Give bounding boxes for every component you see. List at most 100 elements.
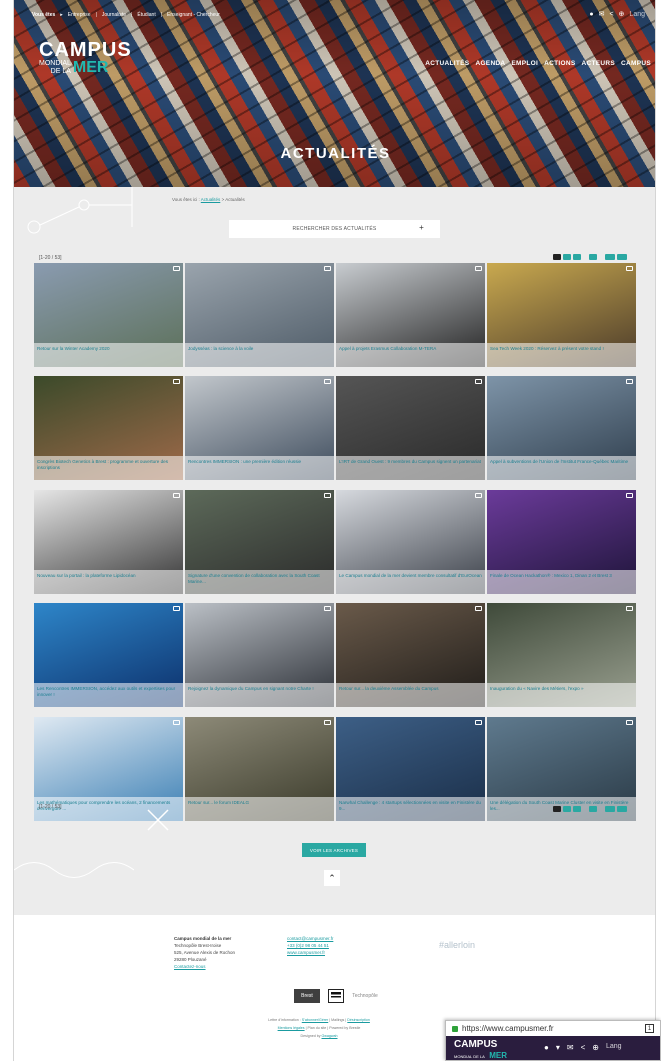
news-card-title: Jodysséas : la science à la voile bbox=[188, 346, 254, 351]
legal-link[interactable]: Mentions légales bbox=[278, 1026, 305, 1030]
news-card-caption: Sea Tech Week 2020 : Réservez à présent … bbox=[487, 343, 636, 367]
logo-brest[interactable]: Brest bbox=[294, 989, 320, 1003]
news-card[interactable]: Congrès Biotech Genetics à Brest : progr… bbox=[34, 376, 183, 480]
lang-label[interactable]: Lang bbox=[629, 11, 645, 18]
news-card[interactable]: Retour sur... la deuxième Assemblée du C… bbox=[336, 603, 485, 707]
nav-acteurs[interactable]: ACTEURS bbox=[582, 60, 616, 67]
mobile-address-bar[interactable]: https://www.campusmer.fr 1 bbox=[446, 1021, 660, 1036]
chevron-down-icon[interactable]: ▾ bbox=[556, 1043, 560, 1052]
search-news-toggle[interactable]: RECHERCHER DES ACTUALITÉS + bbox=[229, 220, 440, 238]
footer-email[interactable]: contact@campusmer.fr bbox=[287, 935, 333, 942]
mail-icon[interactable]: ✉ bbox=[599, 10, 605, 18]
mailings-link[interactable]: Mailings bbox=[331, 1018, 344, 1022]
user-icon[interactable]: ● bbox=[544, 1043, 549, 1052]
footer-site[interactable]: www.campusmer.fr bbox=[287, 949, 333, 956]
news-card-caption: Retour sur... le forum IDEALG bbox=[185, 797, 334, 821]
pagination-bottom bbox=[553, 806, 627, 812]
news-card[interactable]: L'IRT de Grand Ouest : 9 membres du Camp… bbox=[336, 376, 485, 480]
news-icon bbox=[173, 720, 180, 725]
footer-phone[interactable]: +33 (0)2 98 05 44 51 bbox=[287, 942, 333, 949]
news-grid: Retour sur la Winter Academy 2020 Jodyssé… bbox=[34, 263, 636, 821]
news-card[interactable]: Jodysséas : la science à la voile bbox=[185, 263, 334, 367]
page-2-button-bottom[interactable] bbox=[563, 806, 571, 812]
page-1-button[interactable] bbox=[553, 254, 561, 260]
nav-agenda[interactable]: AGENDA bbox=[475, 60, 505, 67]
designer-link[interactable]: Gwagwah bbox=[322, 1034, 338, 1038]
sitemap-link[interactable]: Plan du site bbox=[308, 1026, 327, 1030]
decorative-molecule bbox=[27, 187, 133, 234]
news-icon bbox=[324, 720, 331, 725]
powered-by-link[interactable]: Powered by Brestle bbox=[329, 1026, 360, 1030]
news-icon bbox=[173, 379, 180, 384]
news-card[interactable]: Finale de Ocean Hackathon® : Mexico 1, D… bbox=[487, 490, 636, 594]
breadcrumb-link[interactable]: Actualités bbox=[201, 197, 221, 202]
nav-actions[interactable]: ACTIONS bbox=[544, 60, 575, 67]
breadcrumb: Vous êtes ici : Actualités > Actualités bbox=[172, 197, 245, 202]
page-last-button[interactable] bbox=[605, 254, 615, 260]
logo-de-la: DE LA bbox=[50, 68, 71, 75]
logo-region-bretagne[interactable] bbox=[328, 989, 344, 1003]
top-icons: ● ✉ < ⊕ Lang bbox=[589, 10, 645, 19]
page-1-button-bottom[interactable] bbox=[553, 806, 561, 812]
mobile-url[interactable]: https://www.campusmer.fr bbox=[462, 1024, 554, 1033]
tabs-count-icon[interactable]: 1 bbox=[645, 1024, 654, 1033]
nav-emploi[interactable]: EMPLOI bbox=[511, 60, 538, 67]
globe-icon[interactable]: ⊕ bbox=[592, 1043, 599, 1052]
archives-button[interactable]: VOIR LES ARCHIVES bbox=[302, 843, 366, 857]
share-icon[interactable]: < bbox=[581, 1043, 586, 1052]
globe-icon[interactable]: ⊕ bbox=[619, 10, 625, 18]
news-card[interactable]: Retour sur la Winter Academy 2020 bbox=[34, 263, 183, 367]
news-card-title: Le Campus mondial de la mer devient memb… bbox=[339, 573, 482, 578]
page-end-button[interactable] bbox=[617, 254, 627, 260]
footer-hashtag: #allerloin bbox=[439, 940, 476, 950]
audience-link-entreprise[interactable]: Entreprise bbox=[68, 12, 91, 18]
lock-icon bbox=[452, 1025, 458, 1032]
page-next-button-bottom[interactable] bbox=[589, 806, 597, 812]
mail-icon[interactable]: ✉ bbox=[567, 1043, 574, 1052]
footer-contact-link[interactable]: Contactez-nous bbox=[174, 963, 235, 970]
news-icon bbox=[626, 720, 633, 725]
audience-link-enseignant[interactable]: Enseignant - Chercheur bbox=[167, 12, 220, 18]
news-card-title: Retour sur... la deuxième Assemblée du C… bbox=[339, 686, 439, 691]
unsubscribe-link[interactable]: Désinscription bbox=[347, 1018, 370, 1022]
news-card[interactable]: Signature d'une convention de collaborat… bbox=[185, 490, 334, 594]
news-card[interactable]: Rejoignez la dynamique du Campus en sign… bbox=[185, 603, 334, 707]
page-next-button[interactable] bbox=[589, 254, 597, 260]
news-card[interactable]: Narwhal Challenge : 4 startups sélection… bbox=[336, 717, 485, 821]
page-end-button-bottom[interactable] bbox=[617, 806, 627, 812]
mobile-lang[interactable]: Lang bbox=[606, 1043, 622, 1052]
audience-link-etudiant[interactable]: Étudiant bbox=[137, 12, 155, 18]
site-logo[interactable]: CAMPUS MONDIAL DE LA MER bbox=[39, 40, 132, 76]
news-card[interactable]: Appel à projets Erasmus Collaboration M-… bbox=[336, 263, 485, 367]
share-icon[interactable]: < bbox=[609, 11, 613, 18]
newsletter-manage-link[interactable]: S'abonner/Gérer bbox=[302, 1018, 328, 1022]
news-card[interactable]: Nouveau sur la portail : la plateforme L… bbox=[34, 490, 183, 594]
news-card[interactable]: Appel à subventions de l'Union de l'Inst… bbox=[487, 376, 636, 480]
news-card-caption: L'IRT de Grand Ouest : 9 membres du Camp… bbox=[336, 456, 485, 480]
news-card[interactable]: Les Rencontres IMMERSION, accédez aux ou… bbox=[34, 603, 183, 707]
footer-org: Campus mondial de la mer bbox=[174, 936, 232, 941]
news-card[interactable]: Inauguration du « Navire des Métiers, l'… bbox=[487, 603, 636, 707]
news-card[interactable]: Sea Tech Week 2020 : Réservez à présent … bbox=[487, 263, 636, 367]
breadcrumb-current: Actualités bbox=[225, 197, 245, 202]
news-icon bbox=[475, 266, 482, 271]
page-last-button-bottom[interactable] bbox=[605, 806, 615, 812]
user-icon[interactable]: ● bbox=[589, 11, 593, 18]
page-3-button-bottom[interactable] bbox=[573, 806, 581, 812]
nav-actualites[interactable]: ACTUALITÉS bbox=[425, 60, 469, 67]
news-card[interactable]: Retour sur... le forum IDEALG bbox=[185, 717, 334, 821]
screenshot-frame: Vous êtes ▸ Entreprise | Journaliste | Étu… bbox=[0, 0, 661, 1061]
news-card[interactable]: Rencontres IMMERSION : une première édit… bbox=[185, 376, 334, 480]
news-card-caption: Jodysséas : la science à la voile bbox=[185, 343, 334, 367]
nav-campus[interactable]: CAMPUS bbox=[621, 60, 651, 67]
logo-technopole[interactable]: Technopôle bbox=[352, 989, 378, 1003]
mobile-logo[interactable]: CAMPUS MONDIAL DE LA MER bbox=[454, 1040, 507, 1061]
page-3-button[interactable] bbox=[573, 254, 581, 260]
scroll-top-button[interactable]: ⌃ bbox=[324, 870, 340, 886]
news-card[interactable]: Le Campus mondial de la mer devient memb… bbox=[336, 490, 485, 594]
audience-link-journaliste[interactable]: Journaliste bbox=[102, 12, 126, 18]
page-2-button[interactable] bbox=[563, 254, 571, 260]
results-count-bottom: [1-20 / 53] bbox=[39, 804, 62, 810]
main-nav: ACTUALITÉS AGENDA EMPLOI ACTIONS ACTEURS… bbox=[425, 60, 651, 67]
region-flag-icon bbox=[331, 992, 341, 1000]
